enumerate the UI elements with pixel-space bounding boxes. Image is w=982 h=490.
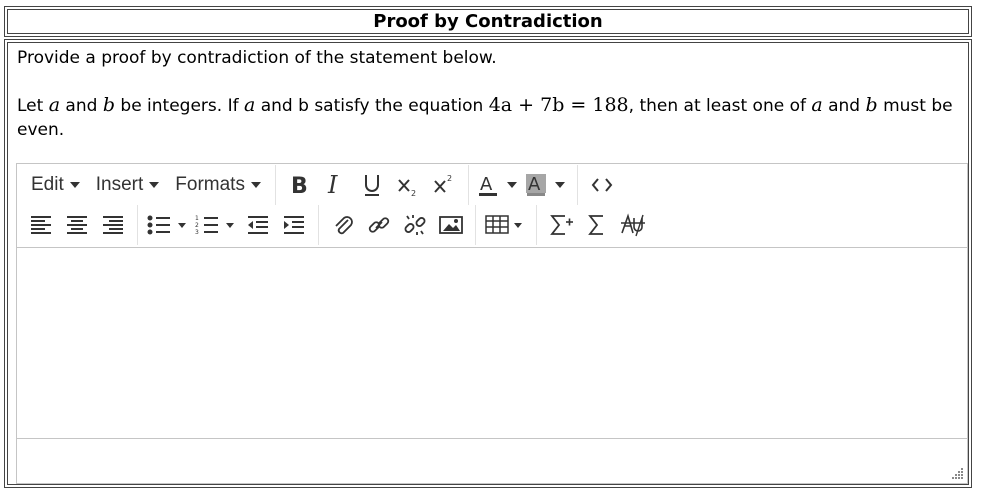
editor-toolbar: Edit Insert Formats B I 2 2 A A 1 2 3 [17,164,967,248]
math-equation: 4a + 7b = 188 [488,94,629,116]
outdent-icon[interactable] [240,208,276,242]
list-group: 123 [138,205,319,245]
math-group [537,205,657,245]
code-group [578,165,626,205]
math-a: a [244,94,256,116]
align-left-icon[interactable] [23,208,59,242]
question-statement: Let a and b be integers. If a and b sati… [17,94,953,140]
numbered-list-icon[interactable]: 123 [192,208,240,242]
equation-icon[interactable] [579,208,615,242]
svg-text:3: 3 [195,229,199,236]
toolbar-row-2: 123 [17,205,967,245]
bullet-list-icon[interactable] [144,208,192,242]
strikethrough-script-icon[interactable] [615,208,651,242]
table-group [476,205,537,245]
table-icon[interactable] [482,208,530,242]
editor-statusbar [17,438,967,483]
link-icon[interactable] [361,208,397,242]
color-group: A A [469,165,578,205]
align-center-icon[interactable] [59,208,95,242]
question-box: Provide a proof by contradiction of the … [4,39,972,488]
subscript-icon[interactable]: 2 [390,168,426,202]
svg-text:B: B [291,174,308,197]
superscript-icon[interactable]: 2 [426,168,462,202]
formats-menu-button[interactable]: Formats [175,174,261,196]
bold-icon[interactable]: B [282,168,318,202]
format-group: B I 2 2 [276,165,469,205]
svg-text:A: A [528,174,541,195]
math-b: b [102,94,115,116]
chevron-down-icon [69,182,80,188]
image-icon[interactable] [433,208,469,242]
insert-menu-button[interactable]: Insert [96,174,160,196]
alignment-group [17,205,138,245]
math-a: a [811,94,823,116]
svg-text:I: I [327,173,338,197]
italic-icon[interactable]: I [318,168,354,202]
edit-menu-button[interactable]: Edit [31,174,80,196]
svg-text:2: 2 [195,222,199,229]
insert-equation-icon[interactable] [543,208,579,242]
editor-content-area[interactable] [17,248,967,438]
underline-icon[interactable] [354,168,390,202]
attachment-icon[interactable] [325,208,361,242]
toolbar-row-1: Edit Insert Formats B I 2 2 A A [17,165,967,205]
insert-group [319,205,476,245]
math-b: b [865,94,878,116]
indent-icon[interactable] [276,208,312,242]
align-right-icon[interactable] [95,208,131,242]
resize-handle-icon[interactable] [950,466,964,480]
svg-text:A: A [480,174,493,195]
svg-text:1: 1 [195,215,199,222]
unlink-icon[interactable] [397,208,433,242]
section-title-box: Proof by Contradiction [4,6,972,37]
svg-text:2: 2 [411,189,416,197]
menu-group: Edit Insert Formats [17,165,276,205]
source-code-icon[interactable] [584,168,620,202]
question-intro: Provide a proof by contradiction of the … [17,48,497,68]
chevron-down-icon [149,182,160,188]
section-title: Proof by Contradiction [373,11,603,32]
chevron-down-icon [250,182,261,188]
svg-text:2: 2 [447,174,452,183]
background-color-icon[interactable]: A [523,168,571,202]
math-a: a [48,94,61,116]
text-color-icon[interactable]: A [475,168,523,202]
rich-text-editor: Edit Insert Formats B I 2 2 A A 1 2 3 [16,163,968,484]
